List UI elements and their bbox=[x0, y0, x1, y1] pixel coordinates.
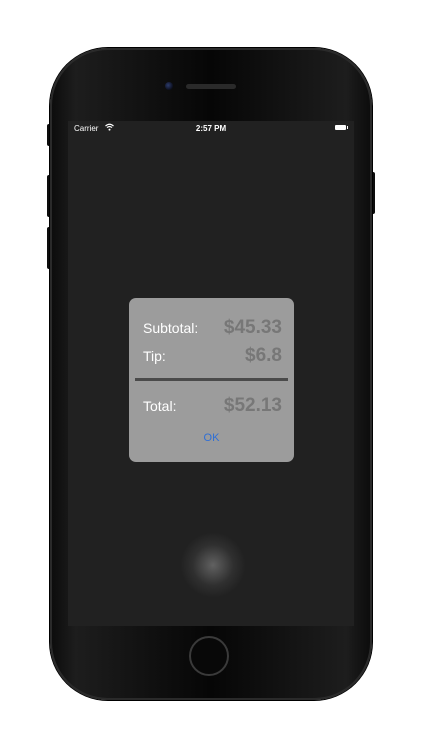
tip-summary-dialog: Subtotal: $45.33 Tip: $6.8 Total: $52.13… bbox=[129, 298, 294, 462]
battery-icon bbox=[335, 125, 348, 130]
status-bar: Carrier 2:57 PM bbox=[68, 121, 354, 137]
total-value: $52.13 bbox=[223, 395, 282, 416]
subtotal-value: $45.33 bbox=[223, 317, 282, 338]
total-label: Total: bbox=[143, 398, 177, 414]
tip-label: Tip: bbox=[143, 348, 166, 364]
phone-screen: Carrier 2:57 PM Subtotal: $45.33 Tip: $6… bbox=[68, 121, 354, 626]
tip-value: $6.8 bbox=[245, 345, 282, 366]
home-button[interactable] bbox=[189, 636, 229, 676]
subtotal-label: Subtotal: bbox=[143, 320, 199, 336]
camera-icon bbox=[165, 82, 173, 90]
ok-button[interactable]: OK bbox=[129, 432, 294, 444]
divider bbox=[135, 378, 288, 381]
speaker-grille bbox=[186, 84, 236, 89]
touch-glow bbox=[181, 533, 245, 597]
status-time: 2:57 PM bbox=[195, 124, 227, 133]
